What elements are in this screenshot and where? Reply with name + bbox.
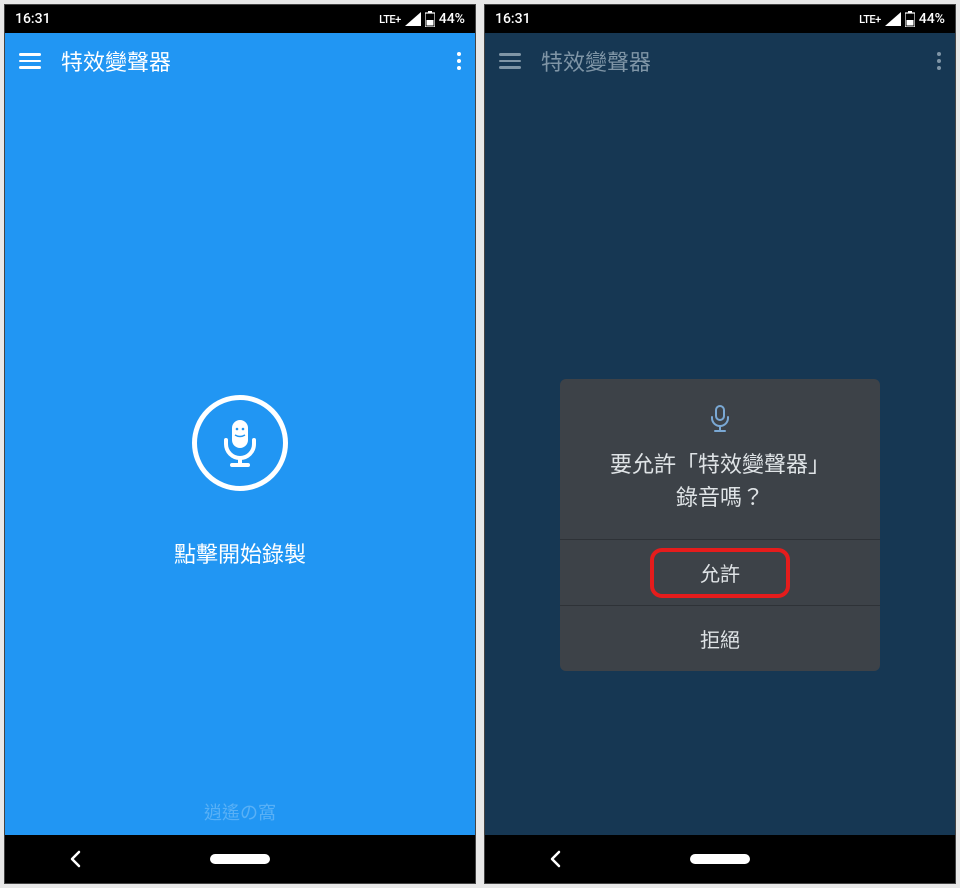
home-button[interactable]: [690, 854, 750, 864]
menu-icon[interactable]: [19, 53, 41, 69]
network-label: LTE+: [379, 13, 401, 26]
home-button[interactable]: [210, 854, 270, 864]
phone-screenshot-right: 16:31 LTE+ 44% 特效變聲器: [484, 4, 956, 884]
microphone-icon: [709, 405, 731, 433]
battery-icon: [425, 11, 435, 27]
app-title: 特效變聲器: [541, 45, 917, 77]
overflow-menu-icon[interactable]: [937, 52, 941, 70]
battery-percent: 44%: [439, 11, 465, 27]
microphone-icon: [217, 418, 263, 468]
status-right: LTE+ 44%: [379, 11, 465, 27]
network-label: LTE+: [859, 13, 881, 26]
app-body-dimmed: 要允許「特效變聲器」 錄音嗎？ 允許 拒絕: [485, 89, 955, 835]
status-time: 16:31: [15, 11, 51, 27]
signal-icon: [405, 12, 421, 26]
deny-button[interactable]: 拒絕: [560, 605, 880, 671]
app-title: 特效變聲器: [61, 45, 437, 77]
permission-dialog: 要允許「特效變聲器」 錄音嗎？ 允許 拒絕: [560, 379, 880, 671]
dialog-message-line1: 要允許「特效變聲器」: [610, 453, 830, 478]
dialog-message: 要允許「特效變聲器」 錄音嗎？: [584, 449, 856, 515]
app-bar: 特效變聲器: [5, 33, 475, 89]
navigation-bar: [5, 835, 475, 883]
app-bar: 特效變聲器: [485, 33, 955, 89]
deny-label: 拒絕: [700, 628, 740, 652]
record-hint: 點擊開始錄製: [174, 537, 306, 569]
navigation-bar: [485, 835, 955, 883]
dialog-message-line2: 錄音嗎？: [676, 486, 764, 511]
dialog-content: 要允許「特效變聲器」 錄音嗎？: [560, 379, 880, 539]
overflow-menu-icon[interactable]: [457, 52, 461, 70]
back-icon[interactable]: [547, 850, 565, 868]
status-right: LTE+ 44%: [859, 11, 945, 27]
allow-button[interactable]: 允許: [560, 539, 880, 605]
status-bar: 16:31 LTE+ 44%: [5, 5, 475, 33]
signal-icon: [885, 12, 901, 26]
battery-icon: [905, 11, 915, 27]
status-bar: 16:31 LTE+ 44%: [485, 5, 955, 33]
status-time: 16:31: [495, 11, 531, 27]
battery-percent: 44%: [919, 11, 945, 27]
watermark: 逍遙の窩: [204, 799, 276, 825]
menu-icon[interactable]: [499, 53, 521, 69]
back-icon[interactable]: [67, 850, 85, 868]
app-body: 點擊開始錄製 逍遙の窩: [5, 89, 475, 835]
phone-screenshot-left: 16:31 LTE+ 44% 特效變聲器: [4, 4, 476, 884]
allow-label: 允許: [700, 562, 740, 586]
record-button[interactable]: [192, 395, 288, 491]
